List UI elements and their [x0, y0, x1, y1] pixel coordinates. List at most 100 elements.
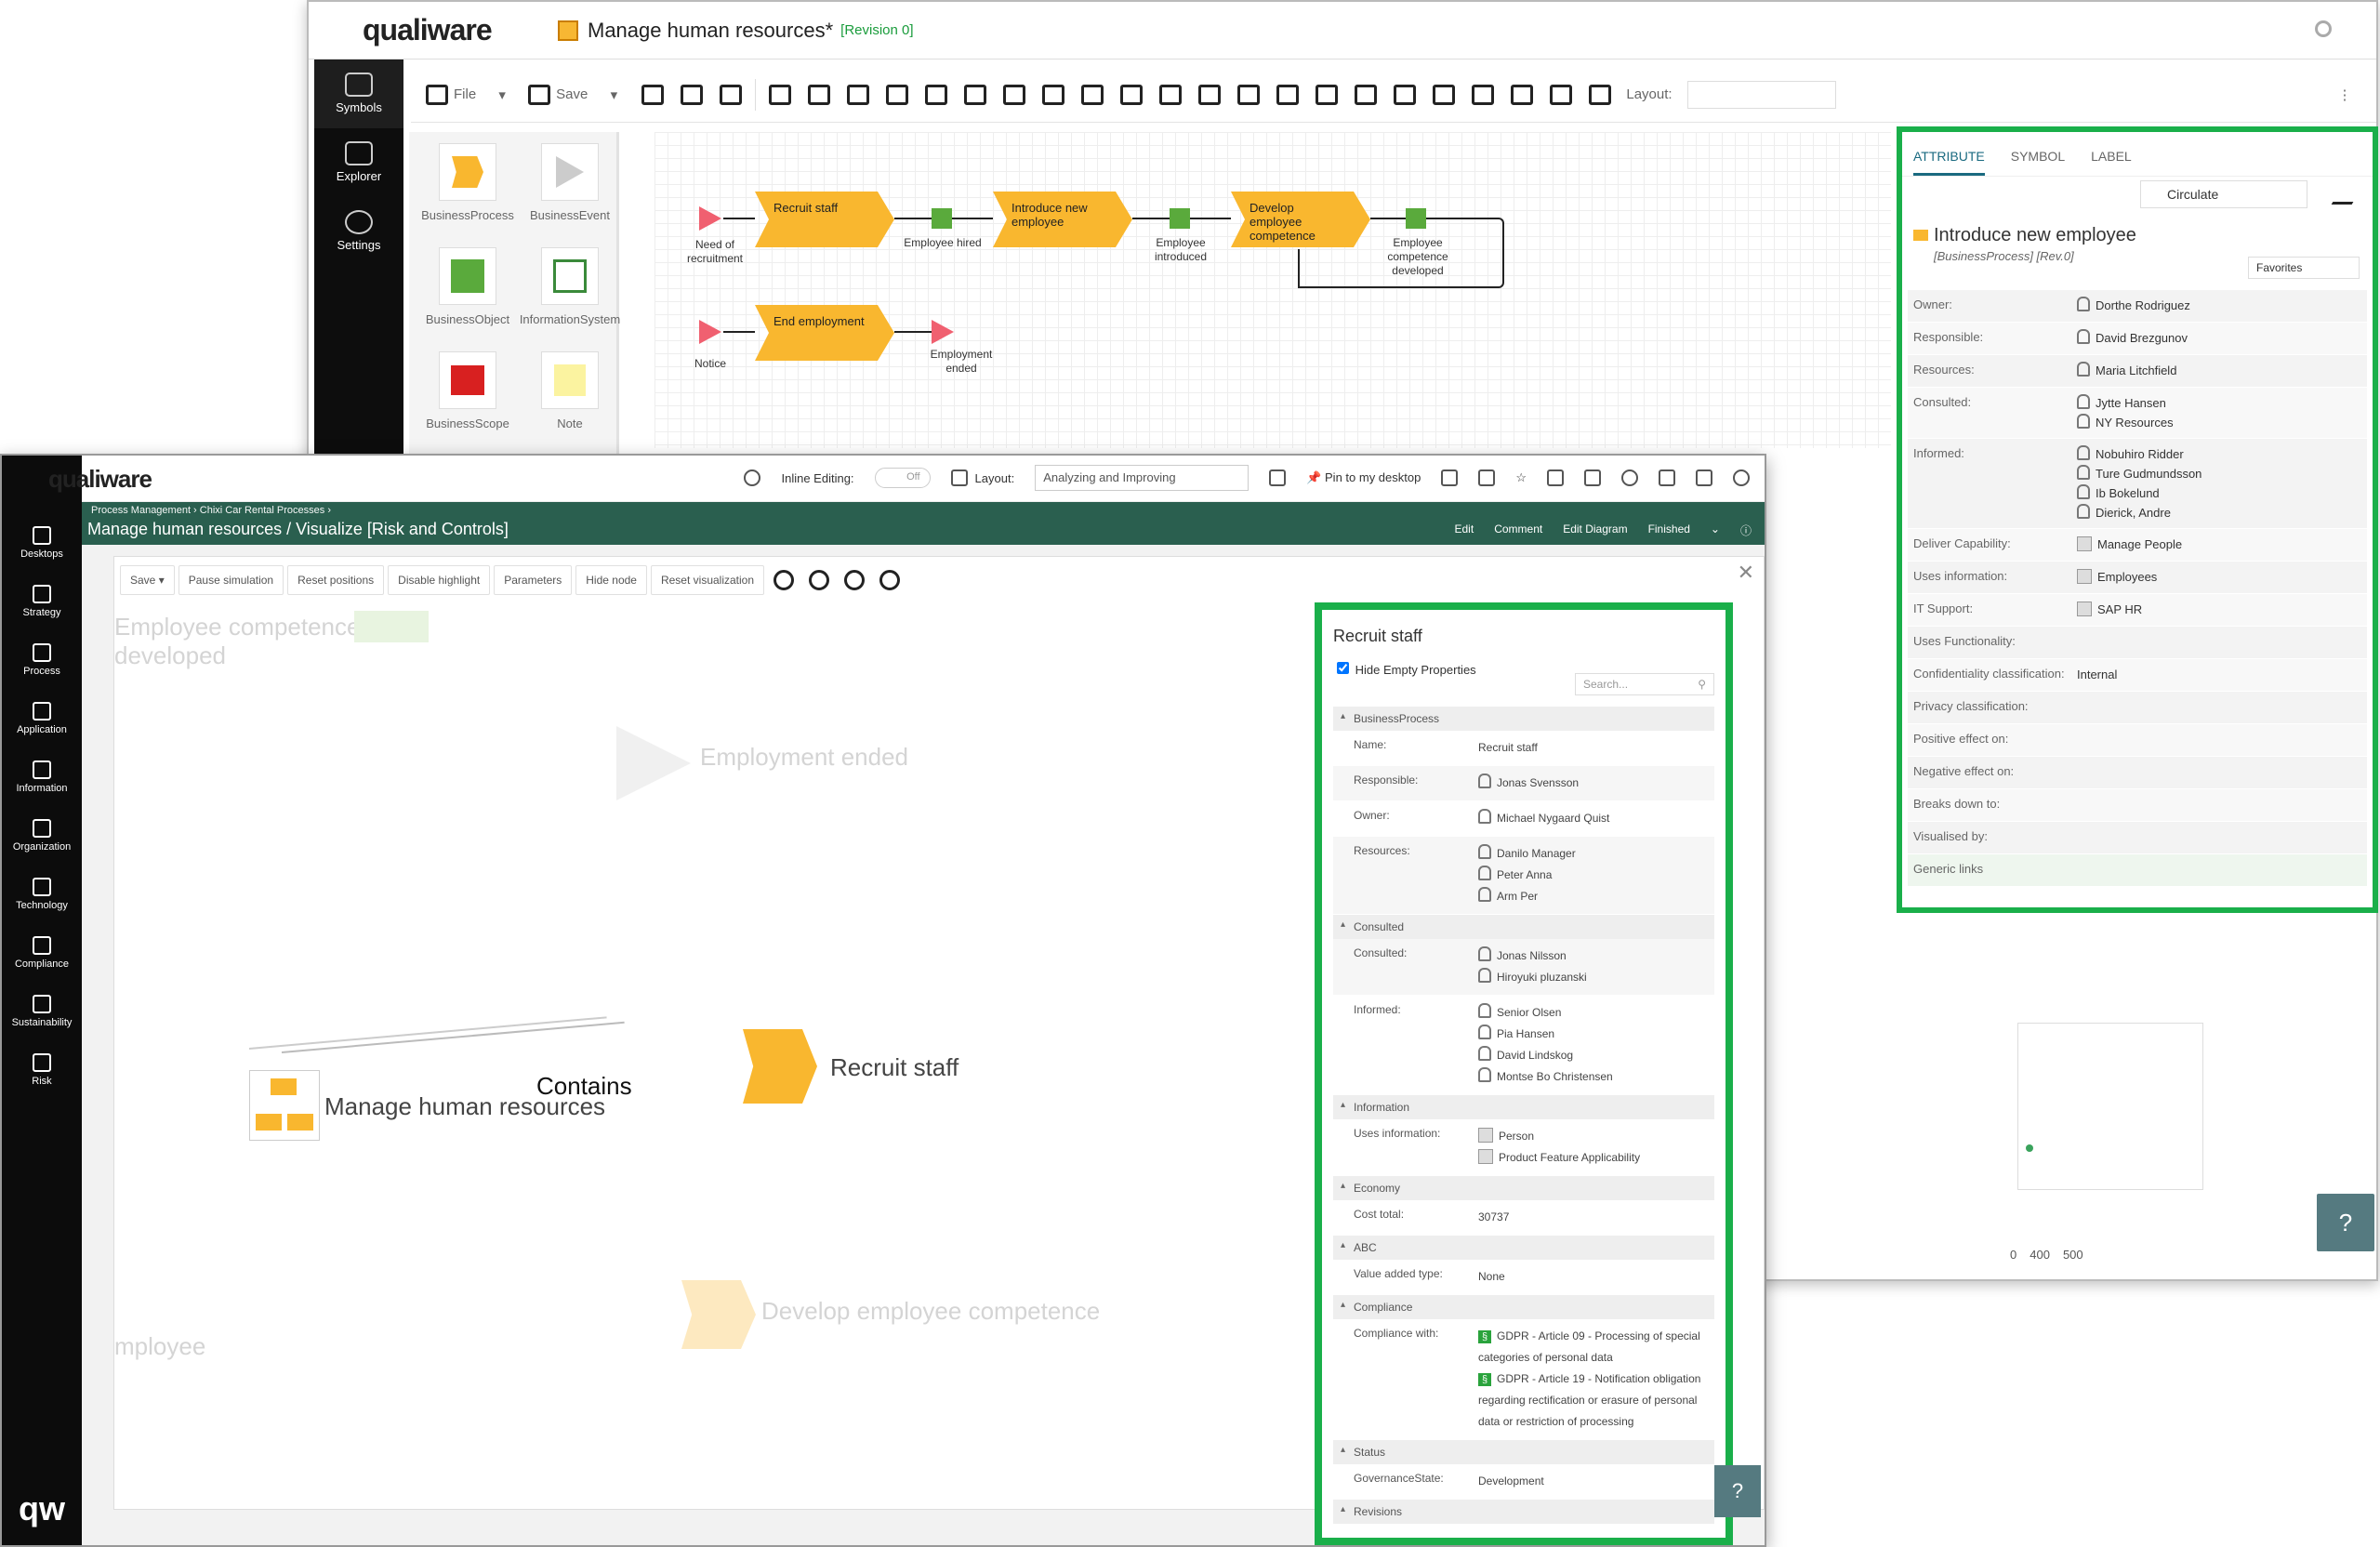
palette-informationsystem[interactable]: InformationSystem — [519, 247, 621, 326]
align-center-button[interactable] — [1113, 76, 1150, 113]
palette-businessobject[interactable]: BusinessObject — [416, 247, 519, 326]
person-link[interactable]: Hiroyuki pluzanski — [1478, 967, 1714, 988]
person-link[interactable]: Jonas Nilsson — [1478, 945, 1714, 967]
favorites-select[interactable]: Favorites — [2248, 257, 2360, 279]
reset-positions-button[interactable]: Reset positions — [287, 565, 385, 595]
nav-item[interactable]: Organization — [2, 806, 82, 865]
person-link[interactable]: Pia Hansen — [1478, 1024, 1714, 1045]
align-bottom-button[interactable] — [1269, 76, 1306, 113]
manage-hr-node[interactable] — [249, 1070, 320, 1141]
regulation-link[interactable]: GDPR - Article 09 - Processing of specia… — [1478, 1326, 1714, 1368]
object-link[interactable]: Person — [1478, 1126, 1714, 1147]
save-dropdown[interactable]: ▾ — [595, 76, 632, 113]
file-button[interactable]: File — [420, 76, 482, 113]
tab-symbol[interactable]: SYMBOL — [2011, 149, 2065, 176]
zoom-in-icon[interactable] — [774, 570, 795, 590]
property-section-header[interactable]: Status — [1333, 1440, 1714, 1464]
zoom-out-icon[interactable] — [809, 570, 830, 590]
finished-button[interactable]: Finished — [1648, 522, 1690, 538]
more-menu-icon[interactable]: ⋮ — [2326, 76, 2363, 113]
presentation-icon[interactable] — [1478, 469, 1496, 486]
send-back-button[interactable] — [1035, 76, 1072, 113]
pencil-icon[interactable] — [2331, 184, 2364, 205]
same-height-button[interactable] — [1386, 76, 1423, 113]
globe-icon[interactable] — [744, 469, 761, 486]
nav-item[interactable]: Compliance — [2, 923, 82, 982]
person-link[interactable]: Senior Olsen — [1478, 1002, 1714, 1024]
distribute-button[interactable] — [1308, 76, 1345, 113]
property-section-header[interactable]: ABC — [1333, 1236, 1714, 1260]
delete-button[interactable] — [761, 76, 799, 113]
breadcrumb[interactable]: Process Management › Chixi Car Rental Pr… — [91, 505, 331, 516]
object-link[interactable]: Manage People — [2077, 535, 2182, 554]
person-link[interactable]: Peter Anna — [1478, 865, 1714, 886]
nav-item[interactable]: Risk — [2, 1040, 82, 1099]
object-link[interactable]: Employees — [2077, 567, 2157, 587]
process-recruit-staff[interactable]: Recruit staff — [755, 192, 894, 247]
property-section-header[interactable]: Compliance — [1333, 1295, 1714, 1319]
event-need-of-recruitment[interactable] — [699, 206, 721, 231]
disable-highlight-button[interactable]: Disable highlight — [388, 565, 491, 595]
person-link[interactable]: Ture Gudmundsson — [2077, 464, 2202, 483]
align-top-button[interactable] — [1191, 76, 1228, 113]
palette-businessprocess[interactable]: BusinessProcess — [416, 143, 519, 222]
print-icon[interactable] — [1696, 469, 1712, 486]
recruit-staff-node[interactable] — [743, 1029, 817, 1104]
redo-button[interactable] — [957, 76, 994, 113]
nav-item[interactable]: Sustainability — [2, 982, 82, 1040]
event-employment-ended[interactable] — [932, 320, 954, 344]
zoom-fit-icon[interactable] — [844, 570, 866, 590]
viz-save-button[interactable]: Save ▾ — [120, 565, 175, 595]
align-left-button[interactable] — [1074, 76, 1111, 113]
same-width-button[interactable] — [1347, 76, 1384, 113]
nav-explorer[interactable]: Explorer — [314, 128, 403, 197]
mail-icon[interactable] — [1659, 469, 1675, 486]
person-link[interactable]: Arm Per — [1478, 886, 1714, 907]
fit-screen-button[interactable] — [1581, 76, 1619, 113]
edit-button[interactable]: Edit — [1455, 522, 1474, 538]
properties-search-input[interactable]: Search... ⚲ — [1575, 673, 1714, 695]
same-size-button[interactable] — [1425, 76, 1462, 113]
circulate-button[interactable]: Circulate — [2140, 180, 2307, 208]
nav-item[interactable]: Process — [2, 630, 82, 689]
pause-simulation-button[interactable]: Pause simulation — [178, 565, 284, 595]
reset-visualization-button[interactable]: Reset visualization — [650, 565, 765, 595]
nav-item[interactable]: Technology — [2, 865, 82, 923]
person-link[interactable]: Ib Bokelund — [2077, 483, 2202, 503]
windows-icon[interactable] — [1269, 469, 1287, 486]
space-horizontal-button[interactable] — [1464, 76, 1501, 113]
palette-businessevent[interactable]: BusinessEvent — [519, 143, 621, 222]
align-middle-button[interactable] — [1230, 76, 1267, 113]
edit-diagram-button[interactable]: Edit Diagram — [1563, 522, 1627, 538]
nav-item[interactable]: Desktops — [2, 513, 82, 572]
book-icon[interactable] — [1547, 469, 1564, 486]
object-employee-hired[interactable] — [932, 208, 952, 229]
undo-button[interactable] — [918, 76, 955, 113]
process-introduce-new-employee[interactable]: Introduce new employee — [993, 192, 1132, 247]
copy-icon[interactable] — [1584, 469, 1601, 486]
save-button[interactable]: Save — [522, 76, 593, 113]
object-employee-competence-developed[interactable] — [1406, 208, 1426, 229]
property-section-header[interactable]: BusinessProcess — [1333, 707, 1714, 731]
tab-attribute[interactable]: ATTRIBUTE — [1913, 149, 1985, 176]
tab-label[interactable]: LABEL — [2091, 149, 2132, 176]
layout-select[interactable] — [1686, 80, 1836, 109]
process-end-employment[interactable]: End employment — [755, 305, 894, 361]
help-button[interactable]: ? — [1714, 1465, 1761, 1517]
paste-button[interactable] — [879, 76, 916, 113]
find-button[interactable] — [634, 76, 671, 113]
search-icon[interactable] — [1621, 469, 1638, 486]
pin-button[interactable]: 📌 Pin to my desktop — [1306, 470, 1421, 485]
person-link[interactable]: Jytte Hansen — [2077, 393, 2174, 413]
property-section-header[interactable]: Revisions — [1333, 1500, 1714, 1524]
hide-empty-checkbox[interactable] — [1337, 662, 1349, 674]
gear-icon[interactable] — [2315, 20, 2332, 37]
minimap[interactable] — [2017, 1023, 2203, 1190]
person-link[interactable]: NY Resources — [2077, 413, 2174, 432]
layout-select[interactable]: Analyzing and Improving — [1035, 465, 1250, 491]
format-painter-button[interactable] — [712, 76, 749, 113]
bring-front-button[interactable] — [996, 76, 1033, 113]
zoom-reset-icon[interactable] — [879, 570, 901, 590]
person-link[interactable]: Maria Litchfield — [2077, 361, 2176, 380]
chevron-down-icon[interactable]: ⌄ — [1711, 522, 1720, 538]
